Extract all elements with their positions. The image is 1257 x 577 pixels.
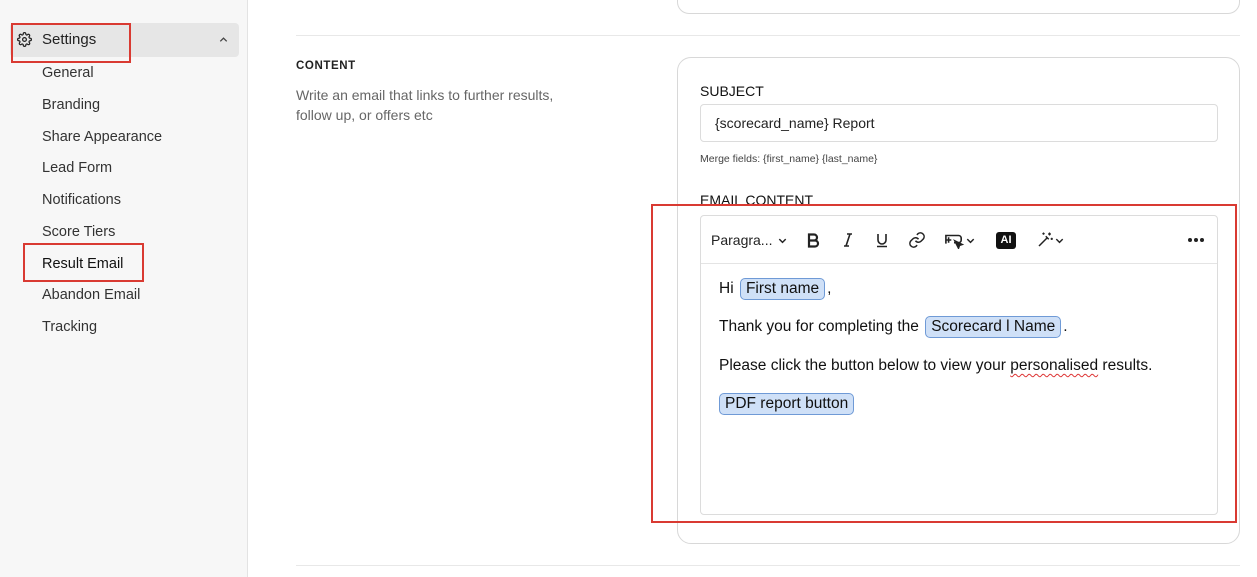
greeting-suffix: , <box>827 280 832 297</box>
sidebar-item-share-appearance[interactable]: Share Appearance <box>42 129 162 145</box>
underline-icon <box>877 234 887 248</box>
spellcheck-word: personalised <box>1010 357 1099 374</box>
bold-icon <box>807 233 820 248</box>
sidebar-item-branding[interactable]: Branding <box>42 97 100 113</box>
thanks-line: Thank you for completing the Scorecard l… <box>719 315 1068 339</box>
settings-sidebar: Settings General Branding Share Appearan… <box>0 0 248 577</box>
italic-button[interactable] <box>837 229 859 251</box>
section-divider <box>296 35 1240 36</box>
greeting-text: Hi <box>719 280 738 297</box>
chevron-up-icon <box>219 37 228 42</box>
link-icon <box>909 232 925 248</box>
sidebar-item-lead-form[interactable]: Lead Form <box>42 160 112 176</box>
merge-tag-scorecard-name[interactable]: Scorecard l Name <box>925 316 1062 338</box>
email-content-label: EMAIL CONTENT <box>700 192 814 208</box>
email-card: SUBJECT Merge fields: {first_name} {last… <box>677 57 1240 544</box>
sidebar-item-notifications[interactable]: Notifications <box>42 192 121 208</box>
magic-wand-icon <box>1037 232 1053 247</box>
pdf-button-line: PDF report button <box>717 392 856 416</box>
thanks-suffix: . <box>1063 318 1068 335</box>
merge-tag-pdf-report-button[interactable]: PDF report button <box>719 393 855 415</box>
chevron-down-icon <box>779 238 787 243</box>
more-options-button[interactable] <box>1185 229 1207 251</box>
chevron-down-icon <box>1055 238 1063 243</box>
section-divider-bottom <box>296 565 1240 566</box>
bold-button[interactable] <box>802 229 824 251</box>
subject-label: SUBJECT <box>700 83 764 99</box>
instruction-text-a: Please click the button below to view yo… <box>719 357 1011 374</box>
sidebar-item-score-tiers[interactable]: Score Tiers <box>42 224 115 240</box>
paragraph-format-select[interactable]: Paragra... <box>711 229 795 251</box>
instruction-text-b: results. <box>1098 357 1153 374</box>
editor-toolbar: Paragra... AI <box>701 216 1217 264</box>
content-section-label: CONTENT <box>296 60 356 72</box>
settings-section-toggle[interactable]: Settings <box>10 23 239 57</box>
insert-button-icon <box>944 234 964 249</box>
sidebar-item-abandon-email[interactable]: Abandon Email <box>42 287 140 303</box>
gear-icon <box>17 32 32 47</box>
merge-fields-hint: Merge fields: {first_name} {last_name} <box>700 153 878 165</box>
insert-button-dropdown[interactable] <box>939 229 979 251</box>
ai-button[interactable]: AI <box>995 229 1017 251</box>
underline-button[interactable] <box>871 229 893 251</box>
subject-input[interactable] <box>700 104 1218 142</box>
content-section-description: Write an email that links to further res… <box>296 87 554 123</box>
settings-label: Settings <box>42 31 97 48</box>
ai-icon: AI <box>996 231 1016 249</box>
thanks-text: Thank you for completing the <box>719 318 924 335</box>
link-button[interactable] <box>905 229 929 251</box>
paragraph-format-label: Paragra... <box>711 232 773 248</box>
chevron-down-icon <box>966 238 974 243</box>
magic-wand-dropdown[interactable] <box>1031 229 1069 251</box>
merge-tag-first-name[interactable]: First name <box>739 278 826 300</box>
sidebar-item-result-email[interactable]: Result Email <box>42 256 123 272</box>
sidebar-item-general[interactable]: General <box>42 65 94 81</box>
sidebar-item-tracking[interactable]: Tracking <box>42 319 97 335</box>
greeting-line: Hi First name , <box>719 277 831 301</box>
instruction-line: Please click the button below to view yo… <box>719 354 1152 378</box>
previous-section-card <box>677 0 1240 14</box>
email-content-editor[interactable]: Paragra... AI Hi First name , Thank you … <box>700 215 1218 515</box>
italic-icon <box>844 233 852 247</box>
more-horizontal-icon <box>1188 238 1204 242</box>
